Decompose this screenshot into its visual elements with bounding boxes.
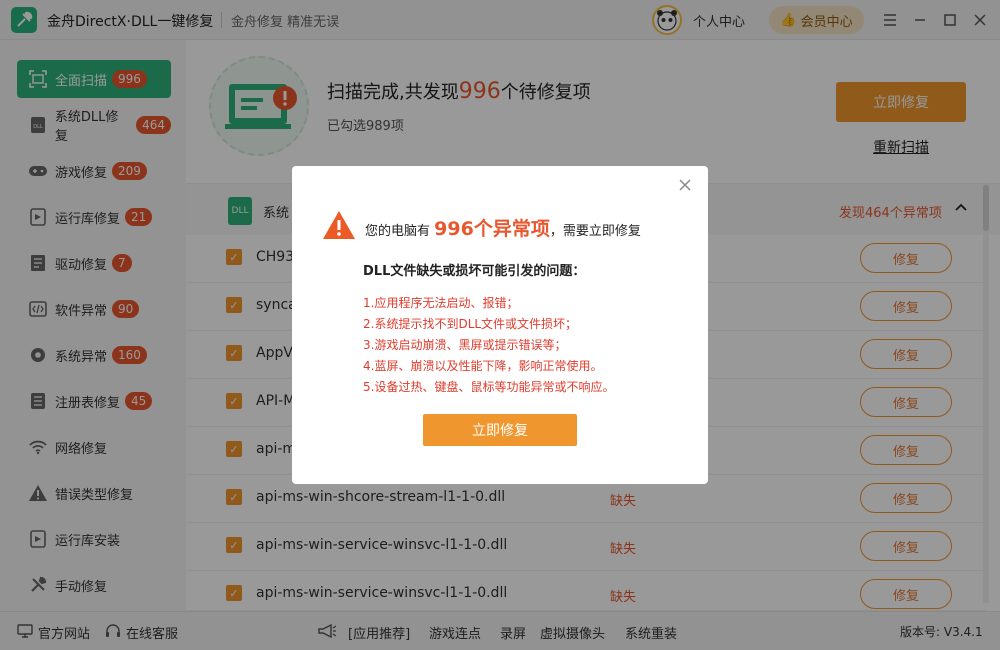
issue-alert-dialog: 您的电脑有 996个异常项，需要立即修复 DLL文件缺失或损坏可能引发的问题： …: [292, 166, 708, 484]
list-item: 3.游戏启动崩溃、黑屏或提示错误等；: [363, 338, 567, 352]
dialog-close-icon[interactable]: [677, 178, 693, 194]
dialog-subtitle: DLL文件缺失或损坏可能引发的问题：: [363, 264, 586, 279]
list-item: 4.蓝屏、崩溃以及性能下降，影响正常使用。: [363, 359, 603, 373]
list-item: 2.系统提示找不到DLL文件或文件损坏；: [363, 317, 578, 331]
list-item: 1.应用程序无法启动、报错；: [363, 296, 519, 310]
dialog-headline-prefix: 您的电脑有: [365, 224, 431, 239]
dialog-headline: 您的电脑有 996个异常项，需要立即修复: [365, 214, 641, 241]
dialog-issue-count: 996个异常项: [434, 218, 550, 240]
list-item: 5.设备过热、键盘、鼠标等功能异常或不响应。: [363, 380, 615, 394]
dialog-headline-suffix: ，需要立即修复: [549, 224, 641, 239]
dialog-problem-list: 1.应用程序无法启动、报错； 2.系统提示找不到DLL文件或文件损坏； 3.游戏…: [363, 293, 614, 398]
warning-triangle-icon: [322, 210, 356, 244]
dialog-fix-now-button[interactable]: 立即修复: [423, 414, 577, 446]
